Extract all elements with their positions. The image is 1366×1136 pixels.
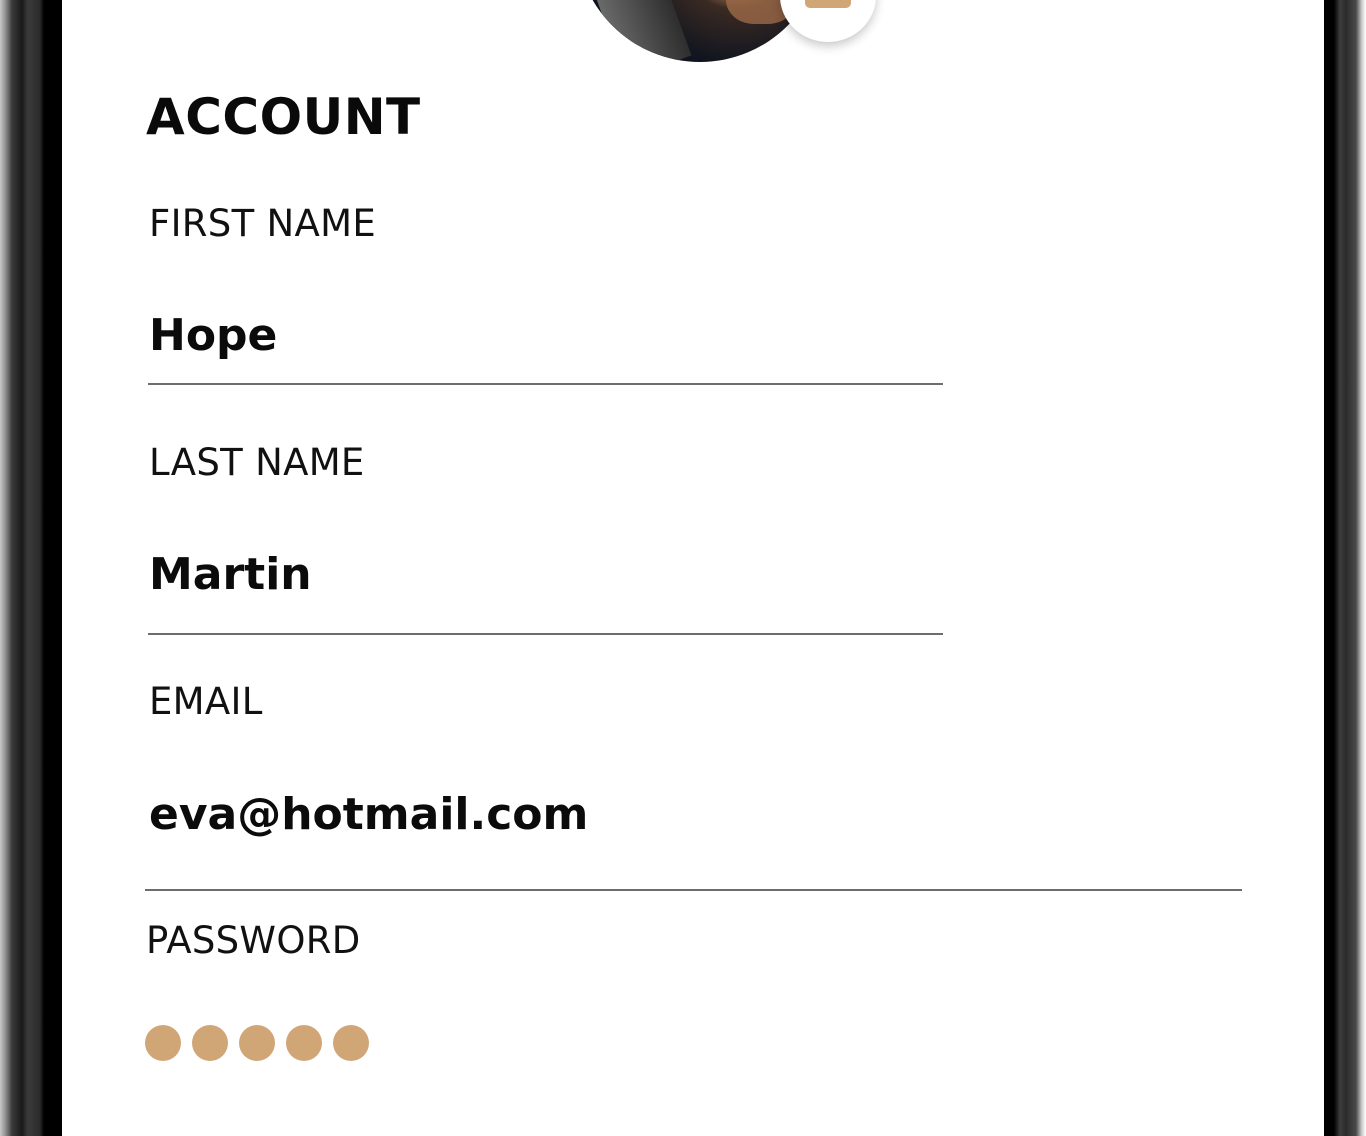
last-name-field[interactable] (149, 544, 939, 604)
email-label: EMAIL (149, 680, 263, 723)
email-underline (145, 889, 1242, 891)
password-dot (286, 1025, 322, 1061)
email-field[interactable] (149, 784, 1239, 844)
password-field[interactable] (145, 1025, 369, 1061)
password-dot (333, 1025, 369, 1061)
change-photo-button[interactable] (780, 0, 876, 42)
password-dot (145, 1025, 181, 1061)
device-frame-right (1324, 0, 1366, 1136)
page-title: ACCOUNT (146, 88, 421, 146)
password-label: PASSWORD (146, 919, 361, 962)
camera-icon (805, 0, 851, 8)
first-name-underline (148, 383, 943, 385)
first-name-label: FIRST NAME (149, 202, 377, 245)
account-screen: ACCOUNT FIRST NAME LAST NAME EMAIL PASSW… (62, 0, 1324, 1136)
first-name-field[interactable] (149, 305, 939, 365)
device-frame-left (0, 0, 62, 1136)
password-dot (239, 1025, 275, 1061)
last-name-underline (148, 633, 943, 635)
password-dot (192, 1025, 228, 1061)
last-name-label: LAST NAME (149, 441, 365, 484)
